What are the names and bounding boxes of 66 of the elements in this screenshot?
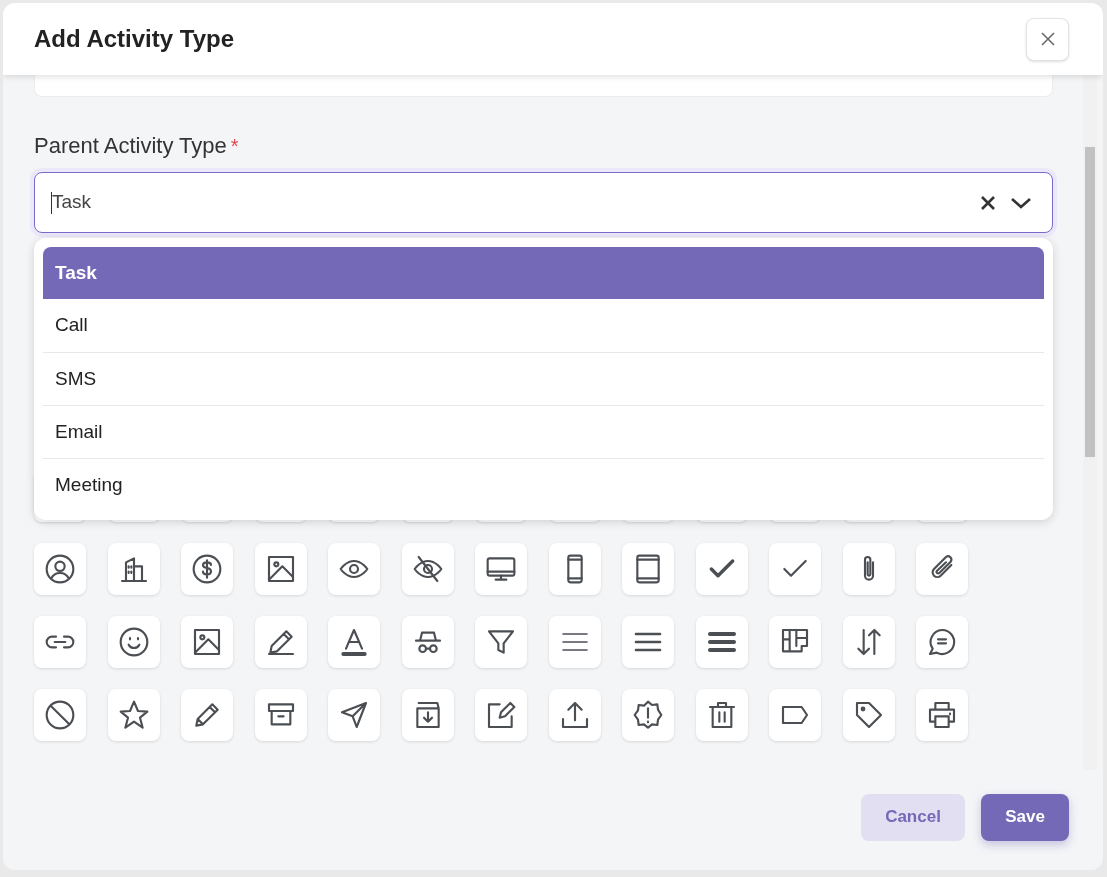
chevron-down-icon[interactable] (1010, 195, 1032, 210)
required-mark: * (230, 133, 239, 159)
icon-tile[interactable] (181, 616, 233, 668)
icon-tile[interactable] (622, 689, 674, 741)
icon-tile[interactable] (622, 616, 674, 668)
clear-icon[interactable] (980, 194, 996, 211)
icon-tile[interactable] (695, 689, 748, 741)
eye-slash-icon (411, 553, 444, 585)
dialog-title: Add Activity Type (34, 24, 235, 54)
icon-tile[interactable] (401, 543, 454, 595)
icon-tile[interactable] (916, 616, 968, 668)
icon-tile[interactable] (916, 689, 968, 741)
scrollbar[interactable] (1083, 75, 1097, 770)
icon-tile[interactable] (401, 616, 454, 668)
icon-tile[interactable] (916, 543, 968, 595)
chat-bubble-icon (926, 626, 958, 658)
icon-tile[interactable] (328, 689, 380, 741)
icon-tile[interactable] (842, 689, 895, 741)
icon-tile[interactable] (328, 616, 380, 668)
icon-tile[interactable] (548, 689, 601, 741)
icon-tile[interactable] (842, 616, 895, 668)
icon-tile[interactable] (622, 543, 674, 595)
dropdown-option[interactable]: Task (43, 247, 1044, 299)
icon-tile[interactable] (181, 689, 233, 741)
icon-tile[interactable] (254, 616, 307, 668)
dollar-circle-icon (191, 553, 223, 585)
icon-tile[interactable] (107, 616, 160, 668)
icon-tile[interactable] (548, 616, 601, 668)
save-button[interactable]: Save (981, 793, 1069, 841)
icon-tile[interactable] (475, 616, 527, 668)
icon-tile[interactable] (107, 543, 160, 595)
icon-tile[interactable] (34, 689, 86, 741)
icon-tile[interactable] (107, 689, 160, 741)
field-label: Parent Activity Type (34, 132, 227, 160)
icon-tile[interactable] (475, 543, 527, 595)
icon-tile[interactable] (548, 543, 601, 595)
ban-icon (44, 699, 76, 731)
icon-tile[interactable] (254, 543, 307, 595)
printer-icon (926, 699, 958, 731)
dropdown-option[interactable]: Email (43, 405, 1044, 458)
text-field[interactable] (34, 75, 1053, 97)
icon-tile[interactable] (34, 543, 86, 595)
dropdown-option[interactable]: SMS (43, 352, 1044, 405)
close-icon (1039, 31, 1056, 47)
select-value: Task (52, 190, 93, 215)
alert-badge-icon (632, 699, 664, 731)
icon-tile[interactable] (695, 543, 748, 595)
dropdown-option[interactable]: Call (43, 299, 1044, 352)
image-icon (191, 626, 223, 658)
icon-tile[interactable] (34, 616, 86, 668)
icon-tile[interactable] (254, 689, 307, 741)
user-circle-icon (44, 553, 76, 585)
paper-plane-icon (338, 699, 370, 731)
icon-tile[interactable] (842, 543, 895, 595)
star-icon (117, 699, 150, 731)
icon-tile[interactable] (769, 616, 821, 668)
icon-tile[interactable] (695, 616, 748, 668)
icon-tile[interactable] (769, 543, 821, 595)
cancel-button[interactable]: Cancel (861, 793, 965, 841)
icon-tile[interactable] (328, 543, 380, 595)
icon-tile[interactable] (401, 689, 454, 741)
dropdown-option[interactable]: Meeting (43, 458, 1044, 511)
smiley-icon (117, 626, 150, 658)
icon-tile[interactable] (475, 689, 527, 741)
icon-tile[interactable] (181, 543, 233, 595)
icon-tile[interactable] (769, 689, 821, 741)
